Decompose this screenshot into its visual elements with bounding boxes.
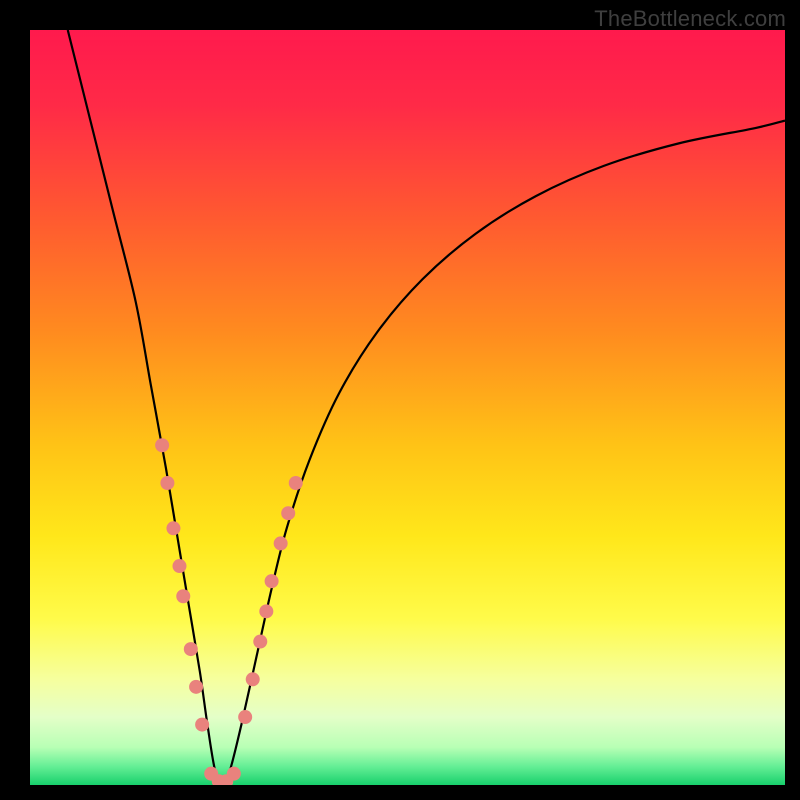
highlight-dot [289,476,303,490]
chart-frame [30,30,785,785]
highlight-dot [184,642,198,656]
highlight-dot [259,604,273,618]
highlight-dot [238,710,252,724]
highlight-dot [160,476,174,490]
highlight-dot [265,574,279,588]
highlight-dot [281,506,295,520]
highlight-dot [274,536,288,550]
gradient-background [30,30,785,785]
highlight-dot [155,438,169,452]
highlight-dot [189,680,203,694]
watermark-text: TheBottleneck.com [594,6,786,32]
chart-svg [30,30,785,785]
highlight-dot [166,521,180,535]
highlight-dot [172,559,186,573]
highlight-dot [227,767,241,781]
highlight-dot [246,672,260,686]
highlight-dot [176,589,190,603]
highlight-dot [253,635,267,649]
highlight-dot [195,718,209,732]
